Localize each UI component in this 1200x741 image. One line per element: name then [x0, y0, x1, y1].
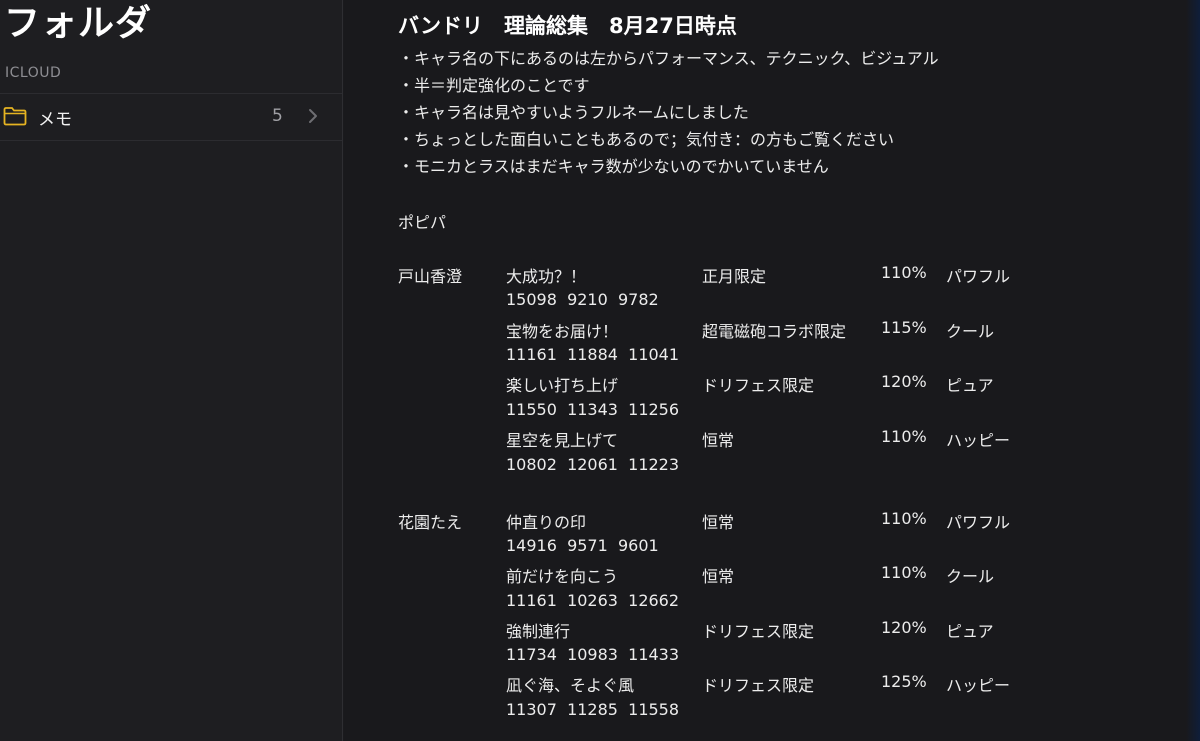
band-name: ポピパ — [398, 213, 447, 232]
sidebar: フォルダ ICLOUD メモ 5 — [0, 0, 342, 741]
sidebar-title: フォルダ — [4, 3, 153, 44]
card-percent: 110% — [881, 563, 927, 582]
card-attribute: ハッピー — [946, 431, 1011, 450]
card-title: 前だけを向こう — [506, 567, 619, 586]
card-type: 超電磁砲コラボ限定 — [702, 322, 847, 341]
character-name: 戸山香澄 — [398, 267, 463, 286]
card-percent: 120% — [881, 372, 927, 391]
card-stats: 11734 10983 11433 — [506, 645, 680, 664]
card-title: 凪ぐ海、そよぐ風 — [506, 676, 635, 695]
folder-item-memo[interactable]: メモ 5 — [0, 94, 342, 140]
folder-icon — [3, 106, 27, 126]
card-attribute: ピュア — [946, 376, 994, 395]
card-title: 強制連行 — [506, 622, 571, 641]
icloud-section-header: ICLOUD — [5, 65, 62, 81]
card-stats: 11307 11285 11558 — [506, 700, 680, 719]
card-stats: 15098 9210 9782 — [506, 290, 659, 309]
card-title: 大成功？！ — [506, 267, 587, 286]
chevron-right-icon — [306, 107, 320, 125]
note-bullet: ・モニカとラスはまだキャラ数が少ないのでかいていません — [398, 157, 829, 176]
card-type: 恒常 — [702, 567, 735, 586]
card-type: ドリフェス限定 — [702, 622, 815, 641]
note-bullet: ・キャラ名の下にあるのは左からパフォーマンス、テクニック、ビジュアル — [398, 49, 939, 68]
card-percent: 110% — [881, 263, 927, 282]
window-edge — [1186, 0, 1200, 741]
character-name: 花園たえ — [398, 513, 463, 532]
card-title: 仲直りの印 — [506, 513, 587, 532]
card-stats: 10802 12061 11223 — [506, 455, 680, 474]
card-attribute: パワフル — [946, 513, 1011, 532]
card-attribute: ピュア — [946, 622, 994, 641]
notes-app-window: フォルダ ICLOUD メモ 5 バンドリ 理論総集 8月27日時点 ・キャラ名… — [0, 0, 1200, 741]
card-title: 楽しい打ち上げ — [506, 376, 619, 395]
card-attribute: ハッピー — [946, 676, 1011, 695]
card-title: 宝物をお届け！ — [506, 322, 619, 341]
card-percent: 125% — [881, 672, 927, 691]
divider — [0, 140, 342, 141]
card-attribute: クール — [946, 322, 995, 341]
card-percent: 120% — [881, 618, 927, 637]
card-percent: 115% — [881, 318, 927, 337]
card-stats: 14916 9571 9601 — [506, 536, 659, 555]
folder-count: 5 — [272, 106, 283, 126]
note-body[interactable]: バンドリ 理論総集 8月27日時点 ・キャラ名の下にあるのは左からパフォーマンス… — [344, 0, 1200, 741]
card-type: ドリフェス限定 — [702, 376, 815, 395]
card-type: ドリフェス限定 — [702, 676, 815, 695]
sidebar-divider — [342, 0, 343, 741]
card-stats: 11161 11884 11041 — [506, 345, 680, 364]
card-type: 正月限定 — [702, 267, 767, 286]
note-title: バンドリ 理論総集 8月27日時点 — [398, 14, 737, 38]
card-title: 星空を見上げて — [506, 431, 619, 450]
note-bullet: ・キャラ名は見やすいようフルネームにしました — [398, 103, 749, 122]
card-percent: 110% — [881, 509, 927, 528]
card-type: 恒常 — [702, 513, 735, 532]
folder-label: メモ — [38, 110, 72, 130]
note-bullet: ・半＝判定強化のことです — [398, 76, 590, 95]
card-percent: 110% — [881, 427, 927, 446]
card-attribute: クール — [946, 567, 995, 586]
card-stats: 11161 10263 12662 — [506, 591, 680, 610]
note-bullet: ・ちょっとした面白いこともあるので；気付き：の方もご覧ください — [398, 130, 895, 149]
card-stats: 11550 11343 11256 — [506, 400, 680, 419]
card-attribute: パワフル — [946, 267, 1011, 286]
card-type: 恒常 — [702, 431, 735, 450]
